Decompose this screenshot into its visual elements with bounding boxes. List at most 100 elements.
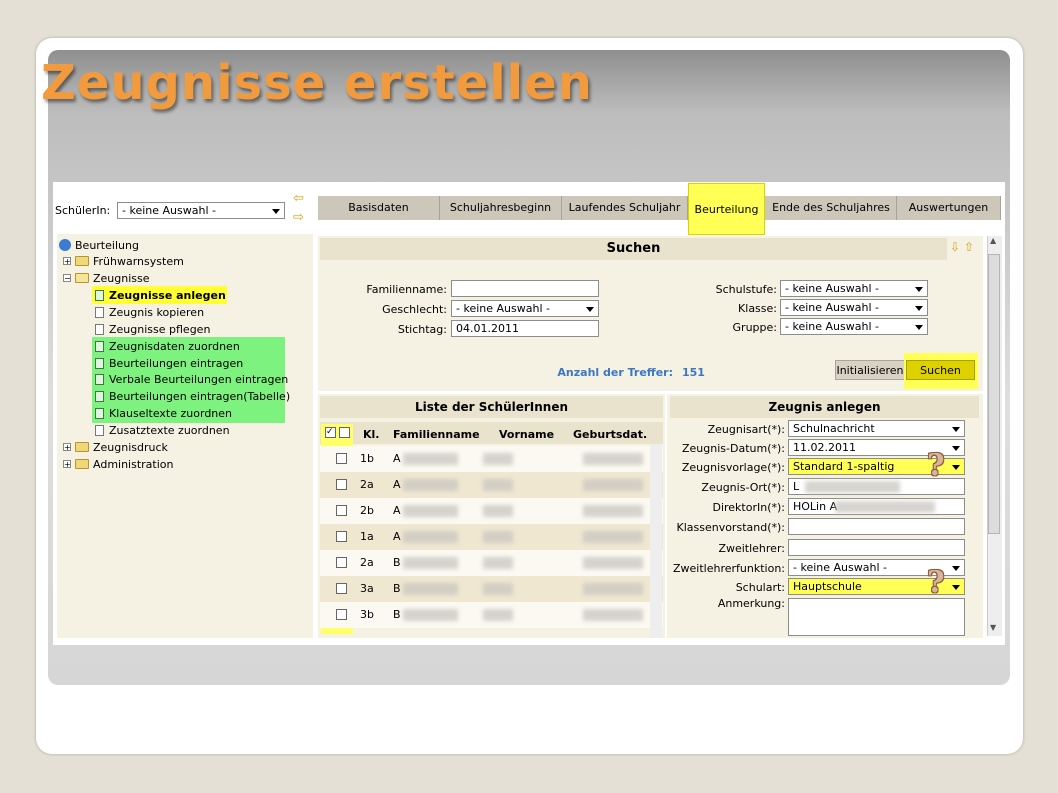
tree-root-label: Beurteilung	[75, 239, 139, 252]
redacted-text	[483, 583, 513, 595]
row-checkbox[interactable]	[336, 505, 347, 516]
redacted-text	[403, 453, 458, 465]
row-checkbox[interactable]	[336, 453, 347, 464]
tree-item-zeugnisse-pflegen[interactable]: Zeugnisse pflegen	[95, 322, 210, 338]
tree-node-administration[interactable]: Administration	[75, 457, 174, 473]
schulstufe-select[interactable]: - keine Auswahl -	[780, 280, 928, 297]
row-checkbox[interactable]	[336, 583, 347, 594]
document-icon	[95, 425, 104, 436]
zweitlehrer-input[interactable]	[788, 539, 965, 556]
tree-item-zusatztexte-zuordnen[interactable]: Zusatztexte zuordnen	[95, 423, 230, 439]
col-geburtsdatum[interactable]: Geburtsdat.	[573, 428, 647, 441]
tab-ende-des-schuljahres[interactable]: Ende des Schuljahres	[766, 196, 897, 220]
student-list-header: Liste der SchülerInnen	[320, 396, 663, 418]
expand-icon[interactable]: +	[63, 443, 71, 452]
expand-icon[interactable]: +	[63, 257, 71, 266]
anmerkung-textarea[interactable]	[788, 598, 965, 636]
arrow-right-icon[interactable]: ⇨	[293, 210, 304, 225]
initialisieren-button[interactable]: Initialisieren	[835, 360, 905, 380]
home-icon	[59, 239, 71, 251]
chevron-down-icon	[586, 307, 594, 312]
scroll-up-icon[interactable]: ▲	[990, 236, 996, 245]
deselect-all-checkbox[interactable]	[339, 427, 350, 438]
cell-familienname: A	[393, 530, 401, 543]
row-checkbox[interactable]	[336, 479, 347, 490]
redacted-text	[805, 481, 900, 493]
stichtag-input[interactable]: 04.01.2011	[451, 320, 599, 337]
zeugnisart-select[interactable]: Schulnachricht	[788, 420, 965, 437]
redacted-text	[403, 531, 458, 543]
document-icon	[95, 307, 104, 318]
zweitlehrerfunktion-value: - keine Auswahl -	[793, 561, 887, 574]
familienname-label: Familienname:	[366, 283, 447, 296]
col-kl[interactable]: Kl.	[363, 428, 379, 441]
gruppe-value: - keine Auswahl -	[785, 320, 879, 333]
klassenvorstand-input[interactable]	[788, 518, 965, 535]
tree-item-klauseltexte-zuordnen[interactable]: Klauseltexte zuordnen	[95, 406, 232, 422]
zeugnis-datum-label: Zeugnis-Datum(*):	[682, 442, 785, 455]
tree-item-verbale-beurteilungen[interactable]: Verbale Beurteilungen eintragen	[95, 372, 288, 388]
redacted-text	[583, 531, 643, 543]
arrow-left-icon[interactable]: ⇦	[293, 191, 304, 206]
tree-node-label: Administration	[93, 458, 174, 471]
tree-item-beurteilungen-eintragen[interactable]: Beurteilungen eintragen	[95, 356, 243, 372]
treffer-count: 151	[682, 366, 705, 379]
tab-laufendes-schuljahr[interactable]: Laufendes Schuljahr	[562, 196, 688, 220]
tree-root[interactable]: Beurteilung	[59, 238, 139, 254]
cell-familienname: A	[393, 452, 401, 465]
klasse-select[interactable]: - keine Auswahl -	[780, 299, 928, 316]
tree-node-fruehwarnsystem[interactable]: Frühwarnsystem	[75, 254, 184, 270]
chevron-down-icon	[952, 465, 960, 470]
cell-kl: 2b	[360, 504, 374, 517]
tree-item-zeugnis-kopieren[interactable]: Zeugnis kopieren	[95, 305, 204, 321]
anmerkung-label: Anmerkung:	[717, 597, 785, 610]
tab-schuljahresbeginn[interactable]: Schuljahresbeginn	[440, 196, 562, 220]
tab-basisdaten[interactable]: Basisdaten	[318, 196, 440, 220]
tree-item-beurteilungen-tabelle[interactable]: Beurteilungen eintragen(Tabelle)	[95, 389, 290, 405]
tree-item-label: Zeugnisse anlegen	[109, 289, 226, 302]
klasse-label: Klasse:	[738, 302, 777, 315]
document-icon	[95, 290, 104, 301]
scroll-down-icon[interactable]: ▼	[990, 623, 996, 632]
geschlecht-select[interactable]: - keine Auswahl -	[451, 300, 599, 317]
redacted-text	[583, 583, 643, 595]
schulstufe-value: - keine Auswahl -	[785, 282, 879, 295]
familienname-input[interactable]	[451, 280, 599, 297]
tab-auswertungen[interactable]: Auswertungen	[897, 196, 1001, 220]
zweitlehrer-label: Zweitlehrer:	[718, 542, 785, 555]
cell-kl: 3b	[360, 608, 374, 621]
chevron-down-icon	[952, 446, 960, 451]
redacted-text	[483, 505, 513, 517]
schulart-label: Schulart:	[735, 581, 785, 594]
tab-beurteilung[interactable]: Beurteilung	[688, 183, 765, 235]
list-scrollbar[interactable]	[650, 444, 662, 638]
collapse-icon[interactable]: −	[63, 274, 71, 283]
tree-item-zeugnisdaten-zuordnen[interactable]: Zeugnisdaten zuordnen	[95, 339, 240, 355]
col-familienname[interactable]: Familienname	[393, 428, 480, 441]
document-icon	[95, 358, 104, 369]
select-all-checkbox[interactable]: ✓	[325, 427, 336, 438]
cell-familienname: B	[393, 582, 401, 595]
scrollbar-thumb[interactable]	[988, 254, 1000, 534]
tree-item-label: Verbale Beurteilungen eintragen	[109, 373, 289, 386]
row-checkbox[interactable]	[336, 609, 347, 620]
expand-icon[interactable]: +	[63, 460, 71, 469]
arrow-up-icon[interactable]: ⇧	[964, 240, 974, 254]
arrow-down-icon[interactable]: ⇩	[950, 240, 960, 254]
col-vorname[interactable]: Vorname	[499, 428, 554, 441]
student-select[interactable]: - keine Auswahl -	[117, 202, 285, 219]
tree-node-zeugnisdruck[interactable]: Zeugnisdruck	[75, 440, 168, 456]
row-checkbox[interactable]	[336, 531, 347, 542]
suchen-button[interactable]: Suchen	[906, 360, 975, 380]
row-checkbox[interactable]	[336, 557, 347, 568]
tree-node-zeugnisse[interactable]: Zeugnisse	[75, 271, 150, 287]
zeugnisvorlage-value: Standard 1-spaltig	[793, 460, 895, 473]
slide-title: Zeugnisse erstellen	[41, 55, 593, 111]
chevron-down-icon	[272, 209, 280, 214]
redacted-text	[483, 609, 513, 621]
gruppe-select[interactable]: - keine Auswahl -	[780, 318, 928, 335]
folder-icon	[75, 256, 89, 266]
redacted-text	[483, 453, 513, 465]
chevron-down-icon	[952, 566, 960, 571]
tree-item-zeugnisse-anlegen[interactable]: Zeugnisse anlegen	[95, 288, 226, 304]
